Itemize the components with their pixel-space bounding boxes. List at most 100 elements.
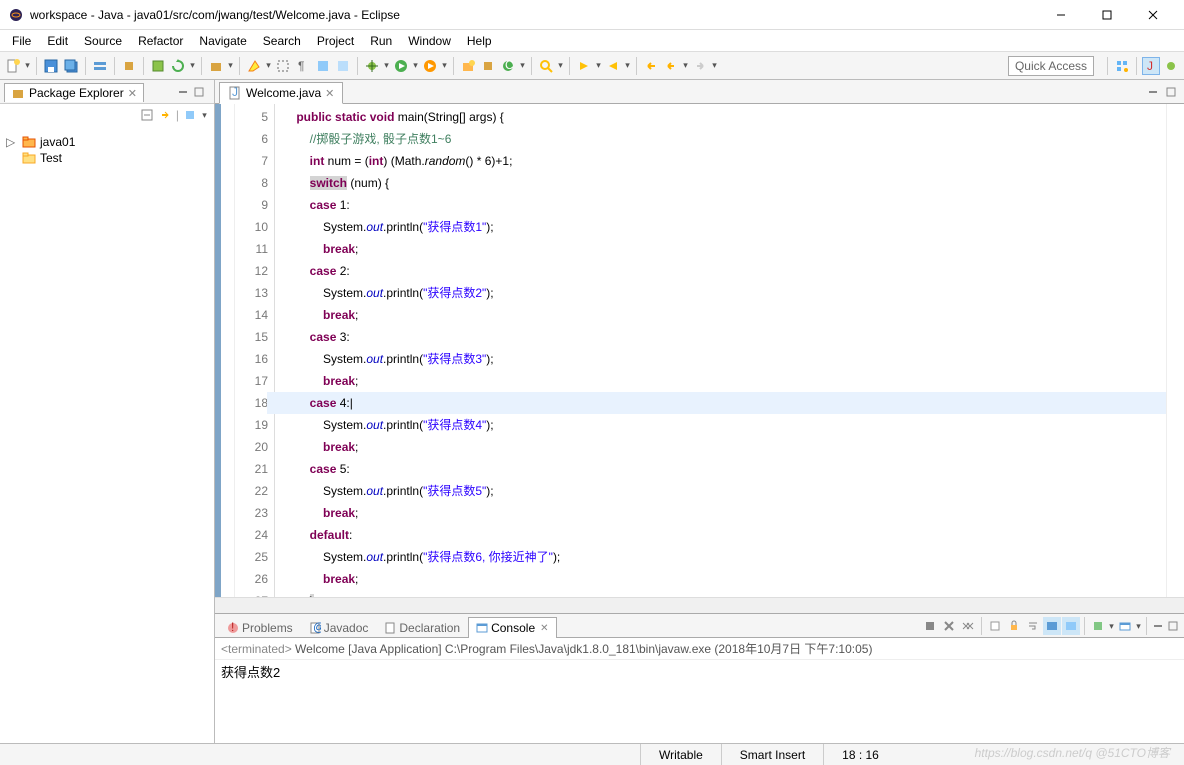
next-annotation-icon[interactable] [575,57,593,75]
dropdown-icon[interactable]: ▾ [711,60,718,71]
maximize-button[interactable] [1084,0,1130,30]
build-icon[interactable] [120,57,138,75]
menu-project[interactable]: Project [309,32,362,50]
close-button[interactable] [1130,0,1176,30]
open-console-icon[interactable] [1116,617,1134,635]
collapse-all-icon[interactable] [140,106,154,124]
menu-refactor[interactable]: Refactor [130,32,191,50]
display-selected-icon[interactable] [1089,617,1107,635]
run-last-icon[interactable] [421,57,439,75]
minimize-editor-icon[interactable] [1146,83,1160,101]
code-line[interactable]: break; [283,436,1166,458]
debug-icon[interactable] [363,57,381,75]
close-icon[interactable]: ✕ [540,623,548,634]
code-line[interactable]: break; [283,502,1166,524]
menu-source[interactable]: Source [76,32,130,50]
editor-tab-welcome[interactable]: J Welcome.java ✕ [219,82,343,104]
project-tree[interactable]: ▷java01Test [0,126,214,743]
menu-run[interactable]: Run [362,32,400,50]
remove-launch-icon[interactable] [940,617,958,635]
dropdown-icon[interactable]: ▾ [682,60,689,71]
code-editor[interactable]: 5678910111213141516171819202122232425262… [215,104,1184,597]
code-line[interactable]: System.out.println("获得点数4"); [283,414,1166,436]
open-type-icon[interactable] [149,57,167,75]
new-java-project-icon[interactable] [459,57,477,75]
code-line[interactable]: break; [283,568,1166,590]
code-line[interactable]: default: [283,524,1166,546]
search-icon[interactable] [537,57,555,75]
marker-gutter[interactable] [221,104,235,597]
new-icon[interactable] [4,57,22,75]
tree-item-java01[interactable]: ▷java01 [6,134,208,150]
dropdown-icon[interactable]: ▾ [383,60,390,71]
menu-navigate[interactable]: Navigate [191,32,254,50]
code-line[interactable]: break; [283,238,1166,260]
code-line[interactable]: case 2: [283,260,1166,282]
maximize-console-icon[interactable] [1166,617,1180,635]
dropdown-icon[interactable]: ▾ [265,60,272,71]
scroll-lock-icon[interactable] [1005,617,1023,635]
dropdown-icon[interactable]: ▾ [519,60,526,71]
dropdown-icon[interactable]: ▾ [441,60,448,71]
code-line[interactable]: case 5: [283,458,1166,480]
minimize-button[interactable] [1038,0,1084,30]
code-line[interactable]: break; [283,370,1166,392]
terminate-icon[interactable] [921,617,939,635]
quick-access-input[interactable]: Quick Access [1008,56,1094,76]
dropdown-icon[interactable]: ▾ [1135,621,1142,632]
dropdown-icon[interactable]: ▾ [1108,621,1115,632]
menu-help[interactable]: Help [459,32,500,50]
back-icon[interactable] [662,57,680,75]
console-output[interactable]: 获得点数2 [215,660,1184,743]
save-all-icon[interactable] [62,57,80,75]
code-line[interactable]: System.out.println("获得点数1"); [283,216,1166,238]
maximize-view-icon[interactable] [192,83,206,101]
code-line[interactable]: break; [283,304,1166,326]
menu-window[interactable]: Window [400,32,459,50]
tree-item-test[interactable]: Test [6,150,208,166]
code-line[interactable]: case 3: [283,326,1166,348]
show-console-icon[interactable] [1043,617,1061,635]
overview-ruler[interactable] [1166,104,1184,597]
code-line[interactable]: System.out.println("获得点数3"); [283,348,1166,370]
code-line[interactable]: int num = (int) (Math.random() * 6)+1; [283,150,1166,172]
menu-edit[interactable]: Edit [39,32,76,50]
close-icon[interactable]: ✕ [325,87,334,100]
code-line[interactable]: switch (num) { [283,172,1166,194]
maximize-editor-icon[interactable] [1164,83,1178,101]
new-java-package-icon[interactable] [479,57,497,75]
dropdown-icon[interactable]: ▾ [624,60,631,71]
remove-all-icon[interactable] [959,617,977,635]
line-number-gutter[interactable]: 5678910111213141516171819202122232425262… [235,104,275,597]
save-icon[interactable] [42,57,60,75]
code-line[interactable]: System.out.println("获得点数6, 你接近神了"); [283,546,1166,568]
package-explorer-tab[interactable]: Package Explorer ✕ [4,83,144,102]
run-icon[interactable] [392,57,410,75]
pin-console-icon[interactable] [1062,617,1080,635]
code-line[interactable]: System.out.println("获得点数5"); [283,480,1166,502]
toggle-breadcrumb-icon[interactable] [91,57,109,75]
code-line[interactable]: case 1: [283,194,1166,216]
tab-console[interactable]: Console✕ [468,617,556,638]
link-editor-icon[interactable] [158,106,172,124]
dropdown-icon[interactable]: ▾ [227,60,234,71]
view-menu-icon[interactable]: ▾ [201,110,208,121]
close-icon[interactable]: ✕ [128,87,137,100]
chevron-right-icon[interactable]: ▷ [6,135,18,149]
code-line[interactable]: } [283,590,1166,597]
dropdown-icon[interactable]: ▾ [595,60,602,71]
menu-file[interactable]: File [4,32,39,50]
dropdown-icon[interactable]: ▾ [24,60,31,71]
toggle-highlight-icon[interactable] [245,57,263,75]
filters-icon[interactable] [183,106,197,124]
minimize-view-icon[interactable] [176,83,190,101]
minimize-console-icon[interactable] [1151,617,1165,635]
debug-perspective-icon[interactable] [1162,57,1180,75]
menu-search[interactable]: Search [255,32,309,50]
annotation-icon[interactable] [314,57,332,75]
last-edit-icon[interactable] [642,57,660,75]
tab-problems[interactable]: !Problems [219,617,301,638]
show-whitespace-icon[interactable]: ¶ [294,57,312,75]
refresh-icon[interactable] [169,57,187,75]
code-line[interactable]: public static void main(String[] args) { [283,106,1166,128]
